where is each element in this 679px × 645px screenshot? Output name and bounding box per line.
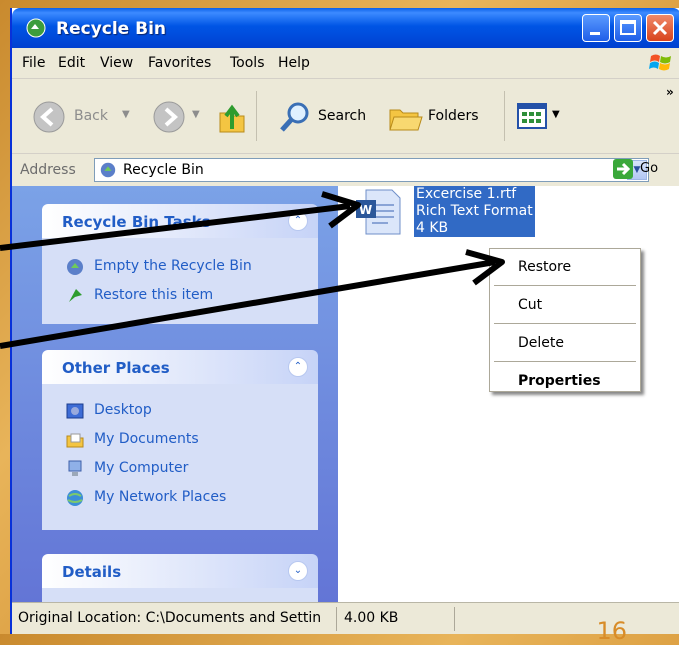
context-menu-properties[interactable]: Properties [518, 373, 601, 389]
address-value: Recycle Bin [123, 162, 204, 178]
up-folder-icon[interactable] [217, 101, 247, 135]
search-icon [280, 102, 309, 132]
forward-dropdown-icon[interactable]: ▼ [192, 109, 200, 120]
place-desktop[interactable]: Desktop [94, 402, 152, 418]
views-icon [517, 103, 547, 129]
back-label: Back [74, 108, 108, 124]
recycle-bin-icon [100, 162, 116, 178]
address-input[interactable]: Recycle Bin ▼ [94, 158, 649, 182]
address-label: Address [20, 162, 76, 178]
standard-toolbar: Back ▼ ▼ Search Folders ▼ » [12, 79, 679, 154]
status-size: 4.00 KB [344, 610, 399, 626]
toolbar-separator [504, 91, 505, 141]
svg-text:W: W [359, 203, 372, 217]
task-restore-this-item[interactable]: Restore this item [94, 287, 213, 303]
folders-button[interactable]: Folders [388, 99, 498, 135]
views-dropdown-icon[interactable]: ▼ [552, 109, 560, 120]
recycle-bin-tasks-title: Recycle Bin Tasks [62, 213, 211, 231]
menu-help[interactable]: Help [278, 55, 310, 71]
folders-label: Folders [428, 108, 479, 124]
toolbar-separator [256, 91, 257, 141]
place-my-documents[interactable]: My Documents [94, 431, 199, 447]
other-places-body: Desktop My Documents My Computer My Netw… [42, 384, 318, 530]
place-my-computer[interactable]: My Computer [94, 460, 188, 476]
menu-separator [494, 285, 636, 286]
menu-separator [494, 323, 636, 324]
details-body [42, 588, 318, 602]
file-size: 4 KB [416, 220, 449, 236]
recycle-bin-tasks-body: Empty the Recycle Bin Restore this item [42, 238, 318, 324]
my-network-places-icon [67, 490, 83, 506]
file-name: Excercise 1.rtf [416, 186, 517, 202]
status-separator [336, 607, 337, 631]
search-label: Search [318, 108, 367, 124]
forward-arrow-icon [153, 101, 185, 133]
title-bar[interactable]: Recycle Bin [12, 8, 679, 48]
desktop-icon [66, 403, 84, 419]
maximize-icon [620, 20, 636, 35]
status-bar: Original Location: C:\Documents and Sett… [12, 602, 679, 634]
details-title: Details [62, 563, 122, 581]
minimize-icon [590, 32, 600, 35]
empty-recycle-bin-icon [67, 259, 83, 275]
views-button[interactable]: ▼ [516, 101, 570, 133]
recycle-bin-window: Recycle Bin File Edit View Favorites Too… [10, 8, 679, 634]
context-menu-cut[interactable]: Cut [518, 297, 542, 313]
context-menu: Restore Cut Delete Properties [489, 248, 641, 392]
file-label[interactable]: Excercise 1.rtf Rich Text Format 4 KB [414, 186, 535, 237]
restore-item-icon [69, 289, 82, 302]
context-menu-restore[interactable]: Restore [518, 259, 571, 275]
recycle-bin-tasks-header[interactable]: Recycle Bin Tasks ⌃ [42, 204, 318, 238]
task-empty-recycle-bin[interactable]: Empty the Recycle Bin [94, 258, 252, 274]
menu-tools[interactable]: Tools [230, 55, 265, 71]
go-label: Go [640, 161, 659, 176]
other-places-header[interactable]: Other Places ⌃ [42, 350, 318, 384]
recycle-bin-icon [26, 18, 46, 38]
context-menu-delete[interactable]: Delete [518, 335, 564, 351]
address-bar: Address Recycle Bin ▼ Go [12, 154, 679, 187]
slide-page-number: 16 [596, 617, 627, 645]
word-document-icon[interactable]: W [352, 186, 404, 238]
menu-favorites[interactable]: Favorites [148, 55, 211, 71]
window-title: Recycle Bin [56, 19, 167, 39]
my-computer-icon [68, 460, 82, 476]
menu-edit[interactable]: Edit [58, 55, 85, 71]
file-type: Rich Text Format [416, 203, 533, 219]
folders-icon [389, 109, 423, 131]
place-my-network-places[interactable]: My Network Places [94, 489, 226, 505]
menu-view[interactable]: View [100, 55, 133, 71]
toolbar-overflow-icon[interactable]: » [666, 85, 674, 99]
close-button[interactable] [646, 14, 674, 42]
status-separator [454, 607, 455, 631]
windows-logo-icon [649, 54, 671, 71]
minimize-button[interactable] [582, 14, 610, 42]
other-places-title: Other Places [62, 359, 170, 377]
menu-file[interactable]: File [22, 55, 45, 71]
details-header[interactable]: Details ⌄ [42, 554, 318, 588]
forward-button[interactable]: ▼ [152, 99, 212, 135]
collapse-chevron-icon[interactable]: ⌃ [288, 357, 308, 377]
task-pane: Recycle Bin Tasks ⌃ Empty the Recycle Bi… [12, 186, 338, 602]
expand-chevron-icon[interactable]: ⌄ [288, 561, 308, 581]
go-arrow-icon [613, 159, 633, 179]
collapse-chevron-icon[interactable]: ⌃ [288, 211, 308, 231]
back-button[interactable]: Back ▼ [32, 99, 142, 135]
close-icon [652, 20, 668, 36]
go-button[interactable]: Go [610, 158, 670, 182]
back-arrow-icon [33, 101, 65, 133]
my-documents-icon [66, 433, 84, 448]
status-location: Original Location: C:\Documents and Sett… [18, 610, 322, 626]
search-button[interactable]: Search [278, 99, 374, 135]
menu-bar: File Edit View Favorites Tools Help [12, 48, 679, 79]
back-dropdown-icon[interactable]: ▼ [122, 109, 130, 120]
maximize-button[interactable] [614, 14, 642, 42]
menu-separator [494, 361, 636, 362]
